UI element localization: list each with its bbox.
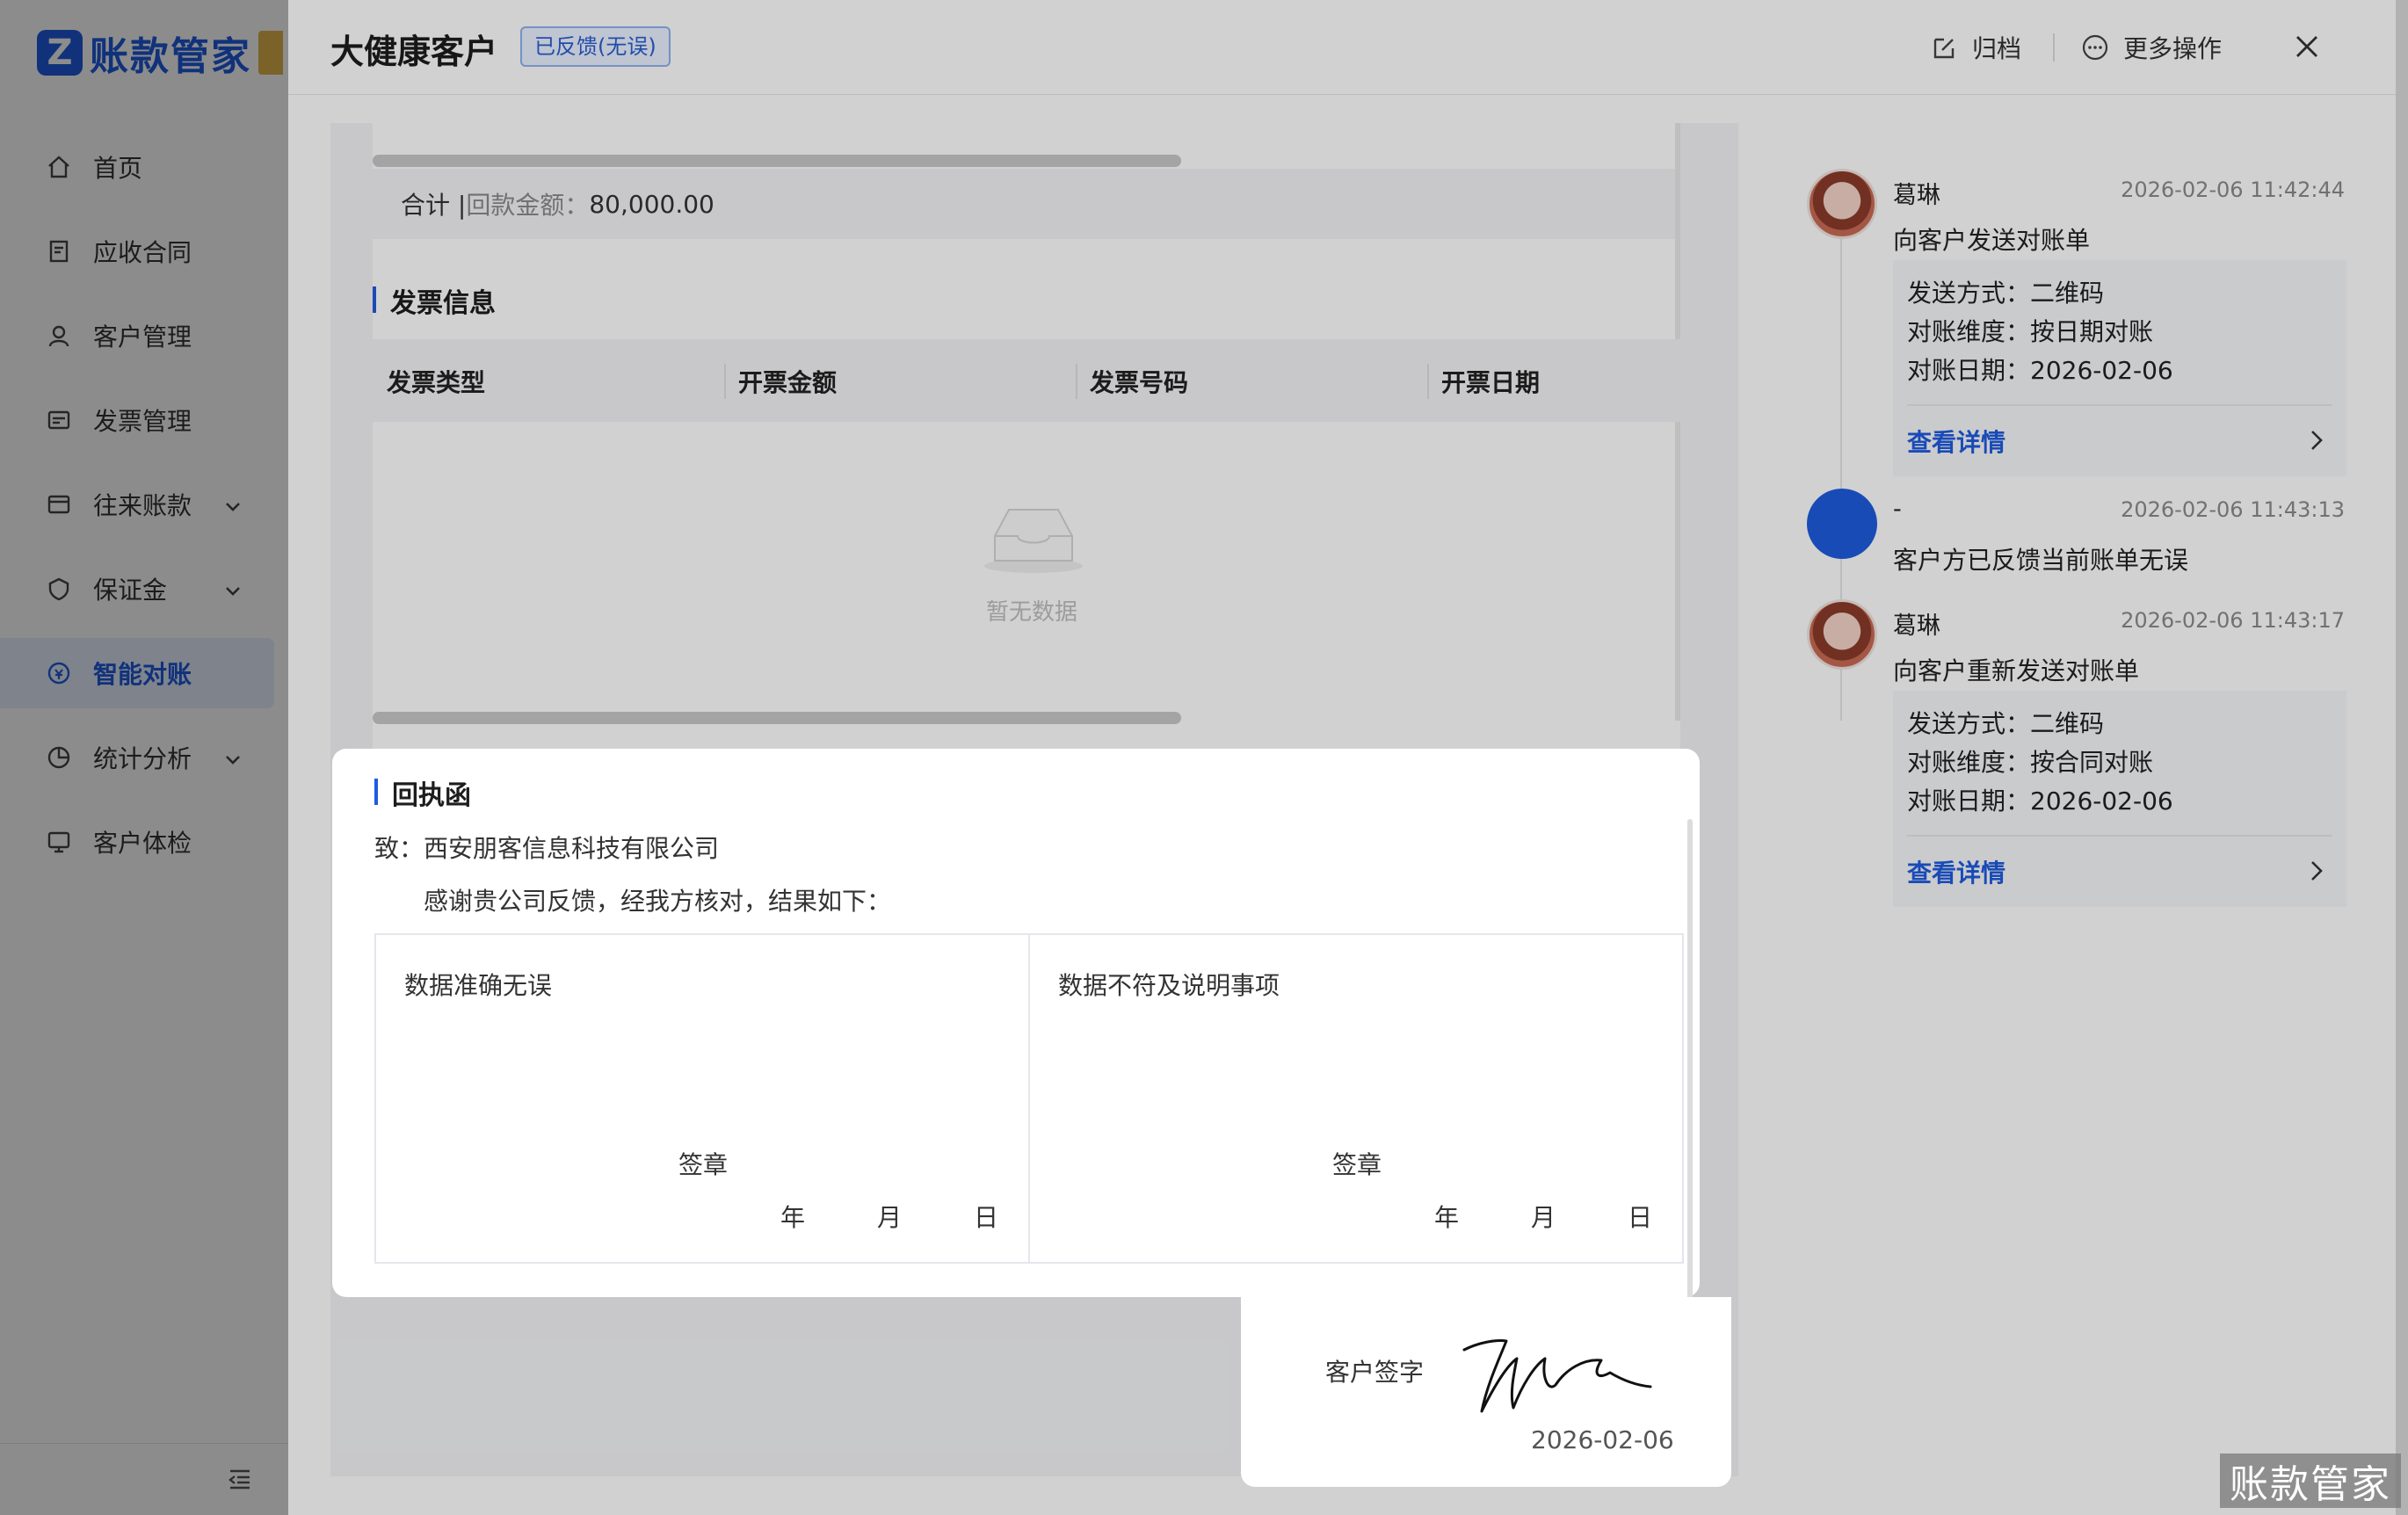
more-actions-button[interactable]: 更多操作 <box>2081 30 2222 65</box>
total-row: 合计 | 回款金额： 80,000.00 <box>373 169 1680 239</box>
seal-label: 签章 <box>678 1150 729 1179</box>
receipt-title: 回执函 <box>374 773 471 812</box>
timeline-item: - 2026-02-06 11:43:13 客户方已反馈当前账单无误 <box>1807 489 2352 576</box>
timeline-user: - <box>1893 496 1902 523</box>
column-header: 发票类型 <box>387 368 486 397</box>
total-value: 80,000.00 <box>589 189 714 219</box>
divider <box>1907 404 2332 406</box>
activity-timeline: 葛琳 2026-02-06 11:42:44 向客户发送对账单 发送方式：二维码… <box>1765 123 2359 1476</box>
reconcile-detail-drawer: 大健康客户 已反馈(无误) 归档 更多操作 合计 | 回款金额： 80,000.… <box>288 0 2408 1515</box>
horizontal-scrollbar[interactable] <box>373 155 1181 167</box>
avatar <box>1807 599 1877 670</box>
receipt-table: 数据准确无误 签章 年 月 日 数据不符及说明事项 签章 年 月 日 <box>374 933 1684 1264</box>
timeline-desc: 向客户发送对账单 <box>1893 226 2091 255</box>
timeline-time: 2026-02-06 11:43:17 <box>2121 608 2345 633</box>
day-label: 日 <box>1628 1203 1653 1232</box>
archive-label: 归档 <box>1972 34 2022 63</box>
vertical-scrollbar[interactable] <box>1675 123 1680 721</box>
drawer-header: 大健康客户 已反馈(无误) 归档 更多操作 <box>288 0 2408 95</box>
confirm-correct-label: 数据准确无误 <box>404 971 553 1000</box>
timeline-detail-box: 发送方式：二维码 对账维度：按合同对账 对账日期：2026-02-06 查看详情 <box>1893 691 2346 907</box>
vertical-scrollbar[interactable] <box>1687 819 1693 1311</box>
invoice-section-title: 发票信息 <box>373 281 496 320</box>
receipt-card: 回执函 致：西安朋客信息科技有限公司 感谢贵公司反馈，经我方核对，结果如下： 数… <box>332 749 1700 1311</box>
timeline-detail-box: 发送方式：二维码 对账维度：按日期对账 对账日期：2026-02-06 查看详情 <box>1893 260 2346 476</box>
empty-state-text: 暂无数据 <box>985 599 1077 626</box>
horizontal-scrollbar[interactable] <box>373 712 1181 724</box>
more-actions-label: 更多操作 <box>2123 34 2223 63</box>
watermark: 账款管家 <box>2220 1453 2401 1508</box>
table-divider <box>1028 935 1030 1262</box>
view-details-link[interactable]: 查看详情 <box>1907 424 2005 459</box>
timeline-time: 2026-02-06 11:42:44 <box>2121 178 2345 202</box>
timeline-item: 葛琳 2026-02-06 11:43:17 向客户重新发送对账单 发送方式：二… <box>1807 599 2352 916</box>
timeline-desc: 向客户重新发送对账单 <box>1893 656 2140 685</box>
timeline-user: 葛琳 <box>1893 613 1940 640</box>
avatar <box>1807 169 1877 239</box>
signature-date: 2026-02-06 <box>1531 1425 1674 1454</box>
column-header: 开票金额 <box>738 368 838 397</box>
edit-icon <box>1933 38 1955 59</box>
chevron-right-icon[interactable] <box>2308 429 2325 455</box>
total-label: 回款金额： <box>466 191 590 220</box>
timeline-item: 葛琳 2026-02-06 11:42:44 向客户发送对账单 发送方式：二维码… <box>1807 169 2352 485</box>
chevron-right-icon[interactable] <box>2308 859 2325 886</box>
day-label: 日 <box>974 1203 999 1232</box>
column-divider <box>1427 364 1429 399</box>
month-label: 月 <box>877 1203 903 1232</box>
signature-card: 客户签字 2026-02-06 <box>1241 1297 1731 1487</box>
seal-label: 签章 <box>1332 1150 1382 1179</box>
timeline-desc: 客户方已反馈当前账单无误 <box>1893 546 2189 575</box>
detail-line: 对账维度：按合同对账 <box>1907 748 2154 777</box>
more-dots-icon <box>2082 34 2108 61</box>
year-label: 年 <box>780 1203 806 1232</box>
timeline-user: 葛琳 <box>1893 182 1940 209</box>
column-divider <box>724 364 726 399</box>
detail-card: 合计 | 回款金额： 80,000.00 发票信息 发票类型 开票金额 发票号码… <box>373 123 1680 756</box>
column-header: 开票日期 <box>1441 368 1541 397</box>
total-prefix: 合计 | <box>401 191 467 220</box>
empty-inbox-icon <box>979 501 1088 578</box>
view-details-link[interactable]: 查看详情 <box>1907 854 2005 889</box>
year-label: 年 <box>1434 1203 1460 1232</box>
drawer-title: 大健康客户 <box>330 33 498 71</box>
column-divider <box>1076 364 1077 399</box>
discrepancy-label: 数据不符及说明事项 <box>1058 971 1280 1000</box>
close-icon[interactable] <box>2292 32 2322 65</box>
timeline-dot <box>1807 489 1877 559</box>
detail-line: 对账日期：2026-02-06 <box>1907 786 2173 815</box>
status-badge: 已反馈(无误) <box>520 26 671 67</box>
timeline-time: 2026-02-06 11:43:13 <box>2121 497 2345 522</box>
signature-label: 客户签字 <box>1325 1358 1425 1387</box>
detail-line: 发送方式：二维码 <box>1907 279 2105 308</box>
detail-line: 发送方式：二维码 <box>1907 709 2105 738</box>
handwritten-signature <box>1462 1339 1652 1413</box>
detail-line: 对账日期：2026-02-06 <box>1907 356 2173 385</box>
header-divider <box>2053 33 2055 62</box>
divider <box>1907 835 2332 837</box>
month-label: 月 <box>1531 1203 1556 1232</box>
column-header: 发票号码 <box>1090 368 1189 397</box>
receipt-recipient: 致：西安朋客信息科技有限公司 <box>374 834 720 863</box>
archive-button[interactable]: 归档 <box>1932 30 2021 65</box>
detail-line: 对账维度：按日期对账 <box>1907 317 2154 346</box>
invoice-table-header: 发票类型 开票金额 发票号码 开票日期 <box>373 339 1680 422</box>
receipt-intro: 感谢贵公司反馈，经我方核对，结果如下： <box>424 887 892 916</box>
drawer-scrollbar[interactable] <box>2396 0 2408 1515</box>
